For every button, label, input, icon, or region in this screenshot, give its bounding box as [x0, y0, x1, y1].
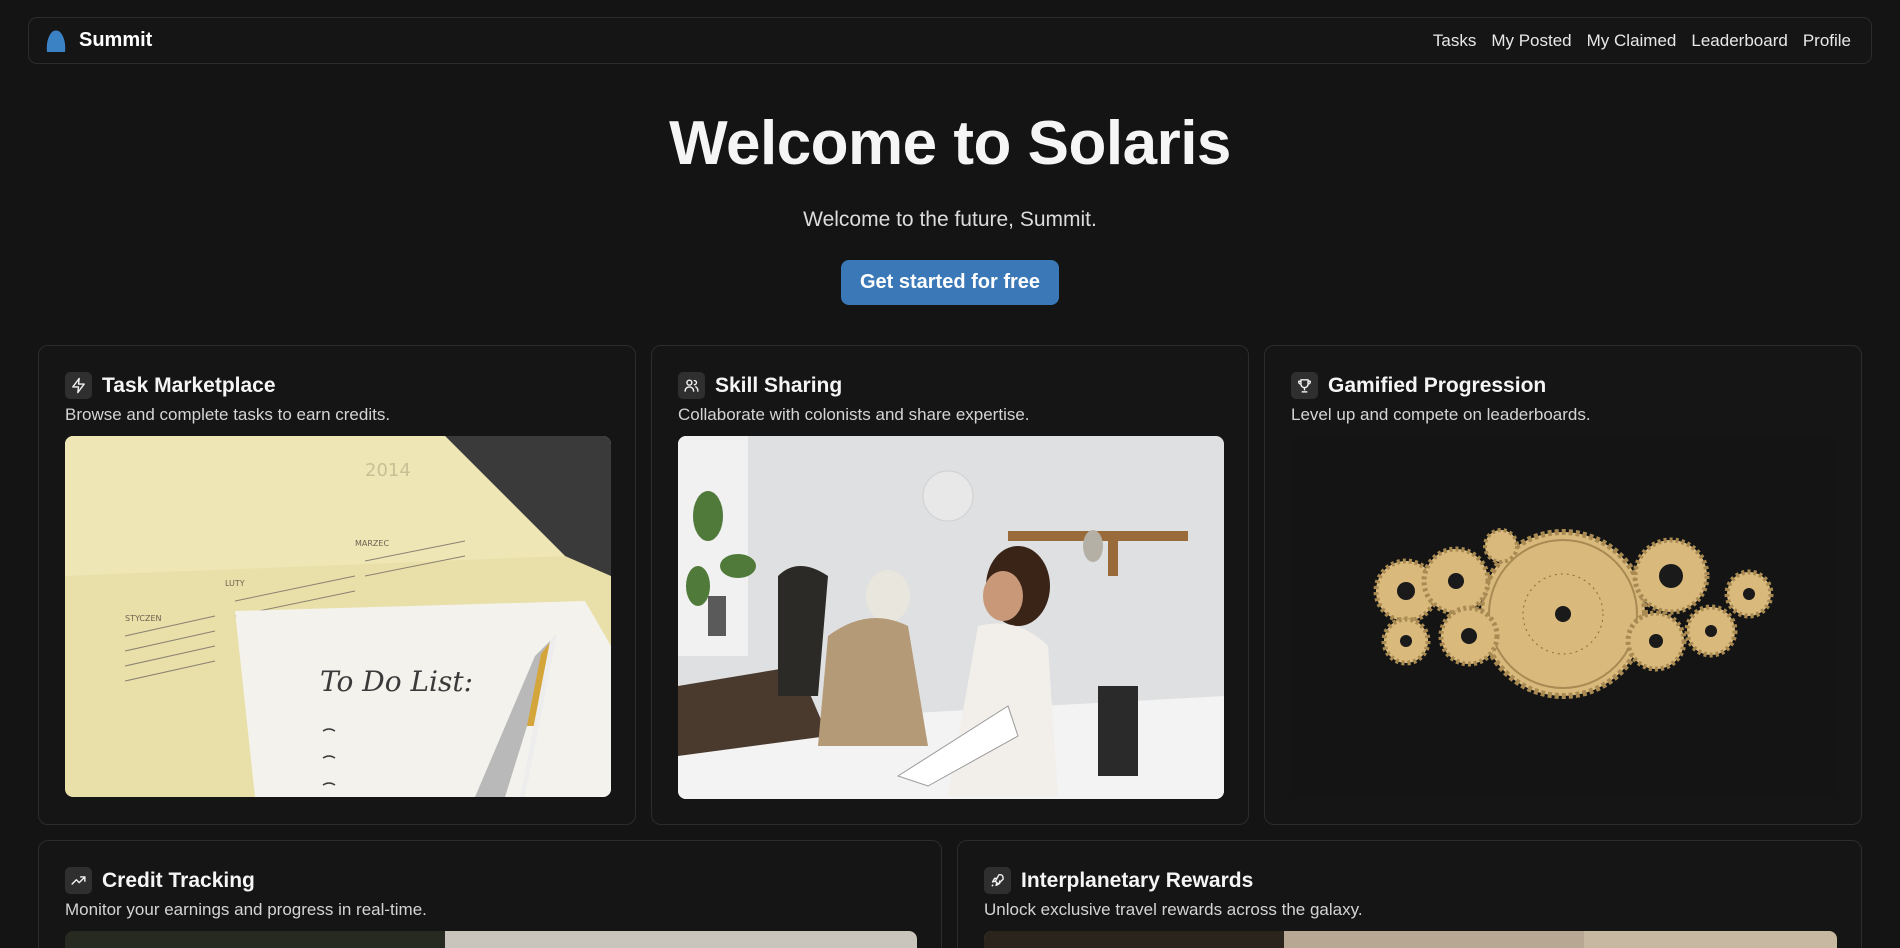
todo-list-image: 2014 STYCZEN LUTY MARZEC To Do List: [65, 436, 611, 797]
hero-subtitle: Welcome to the future, Summit. [803, 208, 1097, 231]
card-title: Skill Sharing [715, 373, 843, 397]
nav-link-my-posted[interactable]: My Posted [1491, 31, 1571, 51]
card-description: Collaborate with colonists and share exp… [678, 405, 1030, 424]
brand[interactable]: Summit [43, 28, 152, 54]
skill-sharing-image [678, 436, 1224, 799]
svg-text:LUTY: LUTY [225, 579, 245, 588]
card-title: Credit Tracking [102, 868, 255, 892]
rewards-image [984, 931, 1837, 948]
feature-card-gamified-progression: Gamified Progression Level up and compet… [1264, 345, 1862, 825]
feature-card-credit-tracking: Credit Tracking Monitor your earnings an… [38, 840, 942, 948]
summit-logo-icon [46, 30, 66, 52]
card-header: Task Marketplace [65, 372, 276, 399]
card-title: Gamified Progression [1328, 373, 1547, 397]
card-description: Browse and complete tasks to earn credit… [65, 405, 391, 424]
nav-link-profile[interactable]: Profile [1803, 31, 1851, 51]
feature-card-interplanetary-rewards: Interplanetary Rewards Unlock exclusive … [957, 840, 1862, 948]
card-header: Interplanetary Rewards [984, 867, 1253, 894]
nav-link-my-claimed[interactable]: My Claimed [1587, 31, 1677, 51]
nav-link-leaderboard[interactable]: Leaderboard [1691, 31, 1787, 51]
svg-text:STYCZEN: STYCZEN [125, 614, 162, 623]
todo-list-image-text: To Do List: [320, 665, 473, 698]
card-description: Level up and compete on leaderboards. [1291, 405, 1591, 424]
hero-title: Welcome to Solaris [669, 109, 1231, 178]
brand-name: Summit [79, 29, 153, 51]
card-title: Interplanetary Rewards [1021, 868, 1254, 892]
card-header: Credit Tracking [65, 867, 255, 894]
card-description: Monitor your earnings and progress in re… [65, 900, 427, 919]
credit-tracking-image [65, 931, 917, 948]
get-started-button[interactable]: Get started for free [841, 260, 1059, 305]
feature-card-skill-sharing: Skill Sharing Collaborate with colonists… [651, 345, 1249, 825]
card-header: Skill Sharing [678, 372, 842, 399]
zap-icon [65, 372, 92, 399]
top-navbar: Summit Tasks My Posted My Claimed Leader… [28, 17, 1872, 64]
svg-text:MARZEC: MARZEC [355, 539, 389, 548]
nav-link-tasks[interactable]: Tasks [1433, 31, 1476, 51]
nav-links: Tasks My Posted My Claimed Leaderboard P… [1433, 31, 1851, 51]
feature-card-task-marketplace: Task Marketplace Browse and complete tas… [38, 345, 636, 825]
card-title: Task Marketplace [102, 373, 276, 397]
svg-text:2014: 2014 [365, 460, 411, 481]
card-header: Gamified Progression [1291, 372, 1546, 399]
card-description: Unlock exclusive travel rewards across t… [984, 900, 1363, 919]
rocket-icon [984, 867, 1011, 894]
gears-image [1291, 436, 1837, 798]
trophy-icon [1291, 372, 1318, 399]
trending-up-icon [65, 867, 92, 894]
users-icon [678, 372, 705, 399]
